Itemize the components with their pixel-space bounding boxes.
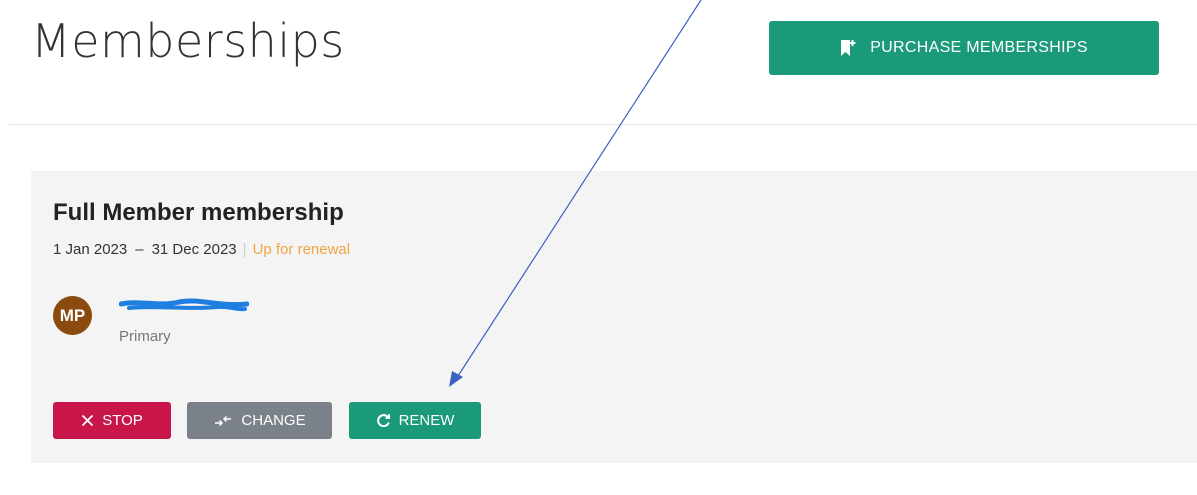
- avatar: MP: [53, 296, 92, 335]
- purchase-memberships-label: PURCHASE MEMBERSHIPS: [870, 39, 1088, 56]
- stop-label: STOP: [102, 412, 143, 429]
- change-button[interactable]: CHANGE: [187, 402, 332, 439]
- status-badge: Up for renewal: [252, 241, 351, 258]
- membership-dates: 1 Jan 2023 – 31 Dec 2023 | Up for renewa…: [53, 241, 350, 258]
- page-title: Memberships: [31, 14, 345, 68]
- end-date: 31 Dec 2023: [151, 241, 237, 258]
- status-divider: |: [242, 241, 247, 258]
- membership-card: Full Member membership 1 Jan 2023 – 31 D…: [31, 171, 1197, 463]
- header-divider: [9, 124, 1197, 125]
- purchase-memberships-button[interactable]: PURCHASE MEMBERSHIPS: [769, 21, 1159, 75]
- bookmark-plus-icon: [840, 39, 856, 57]
- date-separator: –: [135, 241, 144, 258]
- close-icon: [81, 414, 94, 427]
- member-role: Primary: [119, 328, 171, 345]
- change-label: CHANGE: [241, 412, 306, 429]
- renew-label: RENEW: [398, 412, 455, 429]
- member-name-redaction: [119, 298, 249, 312]
- refresh-icon: [376, 413, 391, 428]
- stop-button[interactable]: STOP: [53, 402, 171, 439]
- renew-button[interactable]: RENEW: [349, 402, 481, 439]
- swap-arrows-icon: [213, 414, 233, 428]
- start-date: 1 Jan 2023: [53, 241, 128, 258]
- membership-title: Full Member membership: [53, 199, 344, 226]
